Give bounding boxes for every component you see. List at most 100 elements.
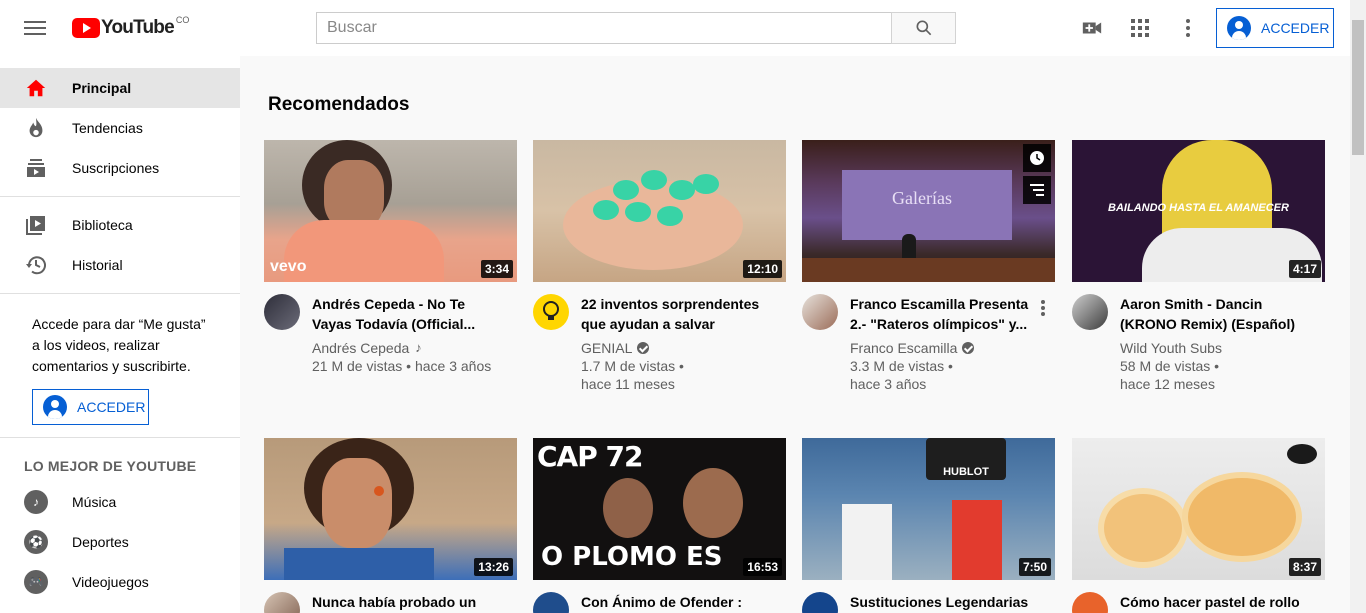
thumbnail-caption: HUBLOT	[943, 466, 989, 478]
sidebar-item-gaming[interactable]: 🎮 Videojuegos	[0, 562, 240, 602]
signin-promo-text: Accede para dar “Me gusta” a los videos,…	[32, 316, 206, 374]
video-duration: 16:53	[743, 558, 782, 576]
account-icon	[43, 395, 67, 419]
channel-avatar[interactable]	[533, 592, 569, 613]
add-to-queue-icon[interactable]	[1023, 176, 1051, 204]
upload-age: hace 3 años	[850, 376, 927, 392]
sidebar-item-library[interactable]: Biblioteca	[0, 205, 240, 245]
channel-name-text: Wild Youth Subs	[1120, 340, 1222, 356]
sidebar: Principal Tendencias Suscripciones Bibli…	[0, 56, 240, 613]
video-title[interactable]: Aaron Smith - Dancin (KRONO Remix) (Espa…	[1120, 294, 1310, 334]
sidebar-item-label: Principal	[72, 80, 132, 96]
video-title[interactable]: Sustituciones Legendarias	[850, 592, 1040, 612]
view-count: 58 M de vistas	[1120, 358, 1211, 374]
thumbnail-caption-secondary: O PLOMO ES	[541, 542, 723, 572]
video-duration: 8:37	[1288, 558, 1321, 576]
video-card: CAP 72 O PLOMO ES 16:53 Con Ánimo de Ofe…	[533, 438, 786, 613]
video-thumbnail[interactable]: vevo 3:34	[264, 140, 517, 282]
channel-name[interactable]: GENIAL	[581, 339, 771, 357]
menu-icon[interactable]	[24, 18, 46, 38]
video-menu-icon[interactable]	[1031, 296, 1055, 320]
channel-avatar[interactable]	[533, 294, 569, 330]
apps-grid-icon[interactable]	[1128, 16, 1152, 40]
home-icon	[24, 76, 48, 100]
logo-country: CO	[175, 15, 190, 25]
channel-name-text: GENIAL	[581, 340, 633, 356]
video-title[interactable]: Cómo hacer pastel de rollo	[1120, 592, 1310, 612]
video-title[interactable]: Con Ánimo de Ofender : Cap	[581, 592, 771, 613]
channel-avatar[interactable]	[802, 294, 838, 330]
channel-avatar[interactable]	[264, 294, 300, 330]
upload-age: hace 11 meses	[581, 376, 675, 392]
video-thumbnail[interactable]: Galerías	[802, 140, 1055, 282]
sidebar-item-history[interactable]: Historial	[0, 245, 240, 285]
sidebar-item-sports[interactable]: ⚽ Deportes	[0, 522, 240, 562]
channel-name[interactable]: Franco Escamilla	[850, 339, 1040, 357]
channel-avatar[interactable]	[1072, 592, 1108, 613]
video-title[interactable]: 22 inventos sorprendentes que ayudan a s…	[581, 294, 771, 334]
verified-icon	[637, 342, 650, 354]
account-icon	[1227, 16, 1251, 40]
upload-age: hace 3 años	[414, 358, 492, 374]
channel-avatar[interactable]	[802, 592, 838, 613]
youtube-logo[interactable]: YouTube CO	[72, 15, 190, 39]
sidebar-item-label: Suscripciones	[72, 160, 160, 176]
gaming-icon: 🎮	[24, 570, 48, 594]
video-thumbnail[interactable]: 13:26	[264, 438, 517, 580]
sidebar-divider	[0, 293, 240, 294]
view-count: 3.3 M de vistas	[850, 358, 945, 374]
video-thumbnail[interactable]: CAP 72 O PLOMO ES 16:53	[533, 438, 786, 580]
view-count: 1.7 M de vistas	[581, 358, 676, 374]
vevo-logo: vevo	[270, 258, 307, 275]
search-button[interactable]	[891, 12, 956, 44]
thumbnail-caption: CAP 72	[537, 440, 643, 473]
fire-icon	[24, 116, 48, 140]
sidebar-item-label: Historial	[72, 257, 123, 273]
history-icon	[24, 253, 48, 277]
sidebar-item-home[interactable]: Principal	[0, 68, 240, 108]
main-content: Recomendados vevo 3:34 Andrés Cepeda - N…	[240, 56, 1350, 613]
sidebar-item-label: Tendencias	[72, 120, 143, 136]
sidebar-item-label: Videojuegos	[72, 574, 149, 590]
music-icon: ♪	[24, 490, 48, 514]
video-title[interactable]: Andrés Cepeda - No Te Vayas Todavía (Off…	[312, 294, 502, 334]
subscriptions-icon	[24, 156, 48, 180]
scrollbar-thumb[interactable]	[1352, 20, 1364, 155]
top-bar: YouTube CO ACCEDER	[0, 0, 1366, 56]
channel-avatar[interactable]	[264, 592, 300, 613]
video-thumbnail[interactable]: 8:37	[1072, 438, 1325, 580]
search-input[interactable]	[316, 12, 891, 44]
sidebar-item-music[interactable]: ♪ Música	[0, 482, 240, 522]
video-stats: 1.7 M de vistas • hace 11 meses	[581, 358, 684, 392]
channel-avatar[interactable]	[1072, 294, 1108, 330]
create-video-icon[interactable]	[1080, 16, 1104, 40]
channel-name-text: Andrés Cepeda	[312, 340, 410, 356]
lightbulb-icon	[543, 301, 559, 320]
page-scrollbar[interactable]	[1350, 0, 1366, 613]
channel-name[interactable]: Andrés Cepeda ♪	[312, 339, 502, 357]
channel-name-text: Franco Escamilla	[850, 340, 958, 356]
video-thumbnail[interactable]: 12:10	[533, 140, 786, 282]
sidebar-signin-button[interactable]: ACCEDER	[32, 389, 149, 425]
video-title[interactable]: Nunca había probado un	[312, 592, 502, 612]
section-title: Recomendados	[268, 94, 410, 115]
video-card: 12:10 22 inventos sorprendentes que ayud…	[533, 140, 786, 393]
sidebar-divider	[0, 437, 240, 438]
video-card: Galerías Franco Escamilla Presenta 2.- "…	[802, 140, 1055, 393]
video-thumbnail[interactable]: HUBLOT 7:50	[802, 438, 1055, 580]
video-card: 8:37 Cómo hacer pastel de rollo	[1072, 438, 1325, 613]
watch-later-icon[interactable]	[1023, 144, 1051, 172]
youtube-play-icon	[72, 18, 100, 38]
signin-button[interactable]: ACCEDER	[1216, 8, 1334, 48]
library-icon	[24, 213, 48, 237]
sidebar-item-trending[interactable]: Tendencias	[0, 108, 240, 148]
video-card: 13:26 Nunca había probado un	[264, 438, 517, 613]
video-thumbnail[interactable]: BAILANDO HASTA EL AMANECER 4:17	[1072, 140, 1325, 282]
video-title[interactable]: Franco Escamilla Presenta 2.- "Rateros o…	[850, 294, 1040, 334]
sports-icon: ⚽	[24, 530, 48, 554]
more-options-icon[interactable]	[1176, 16, 1200, 40]
video-duration: 12:10	[743, 260, 782, 278]
channel-name[interactable]: Wild Youth Subs	[1120, 339, 1310, 357]
best-of-youtube-heading: LO MEJOR DE YOUTUBE	[24, 458, 197, 474]
sidebar-item-subscriptions[interactable]: Suscripciones	[0, 148, 240, 188]
